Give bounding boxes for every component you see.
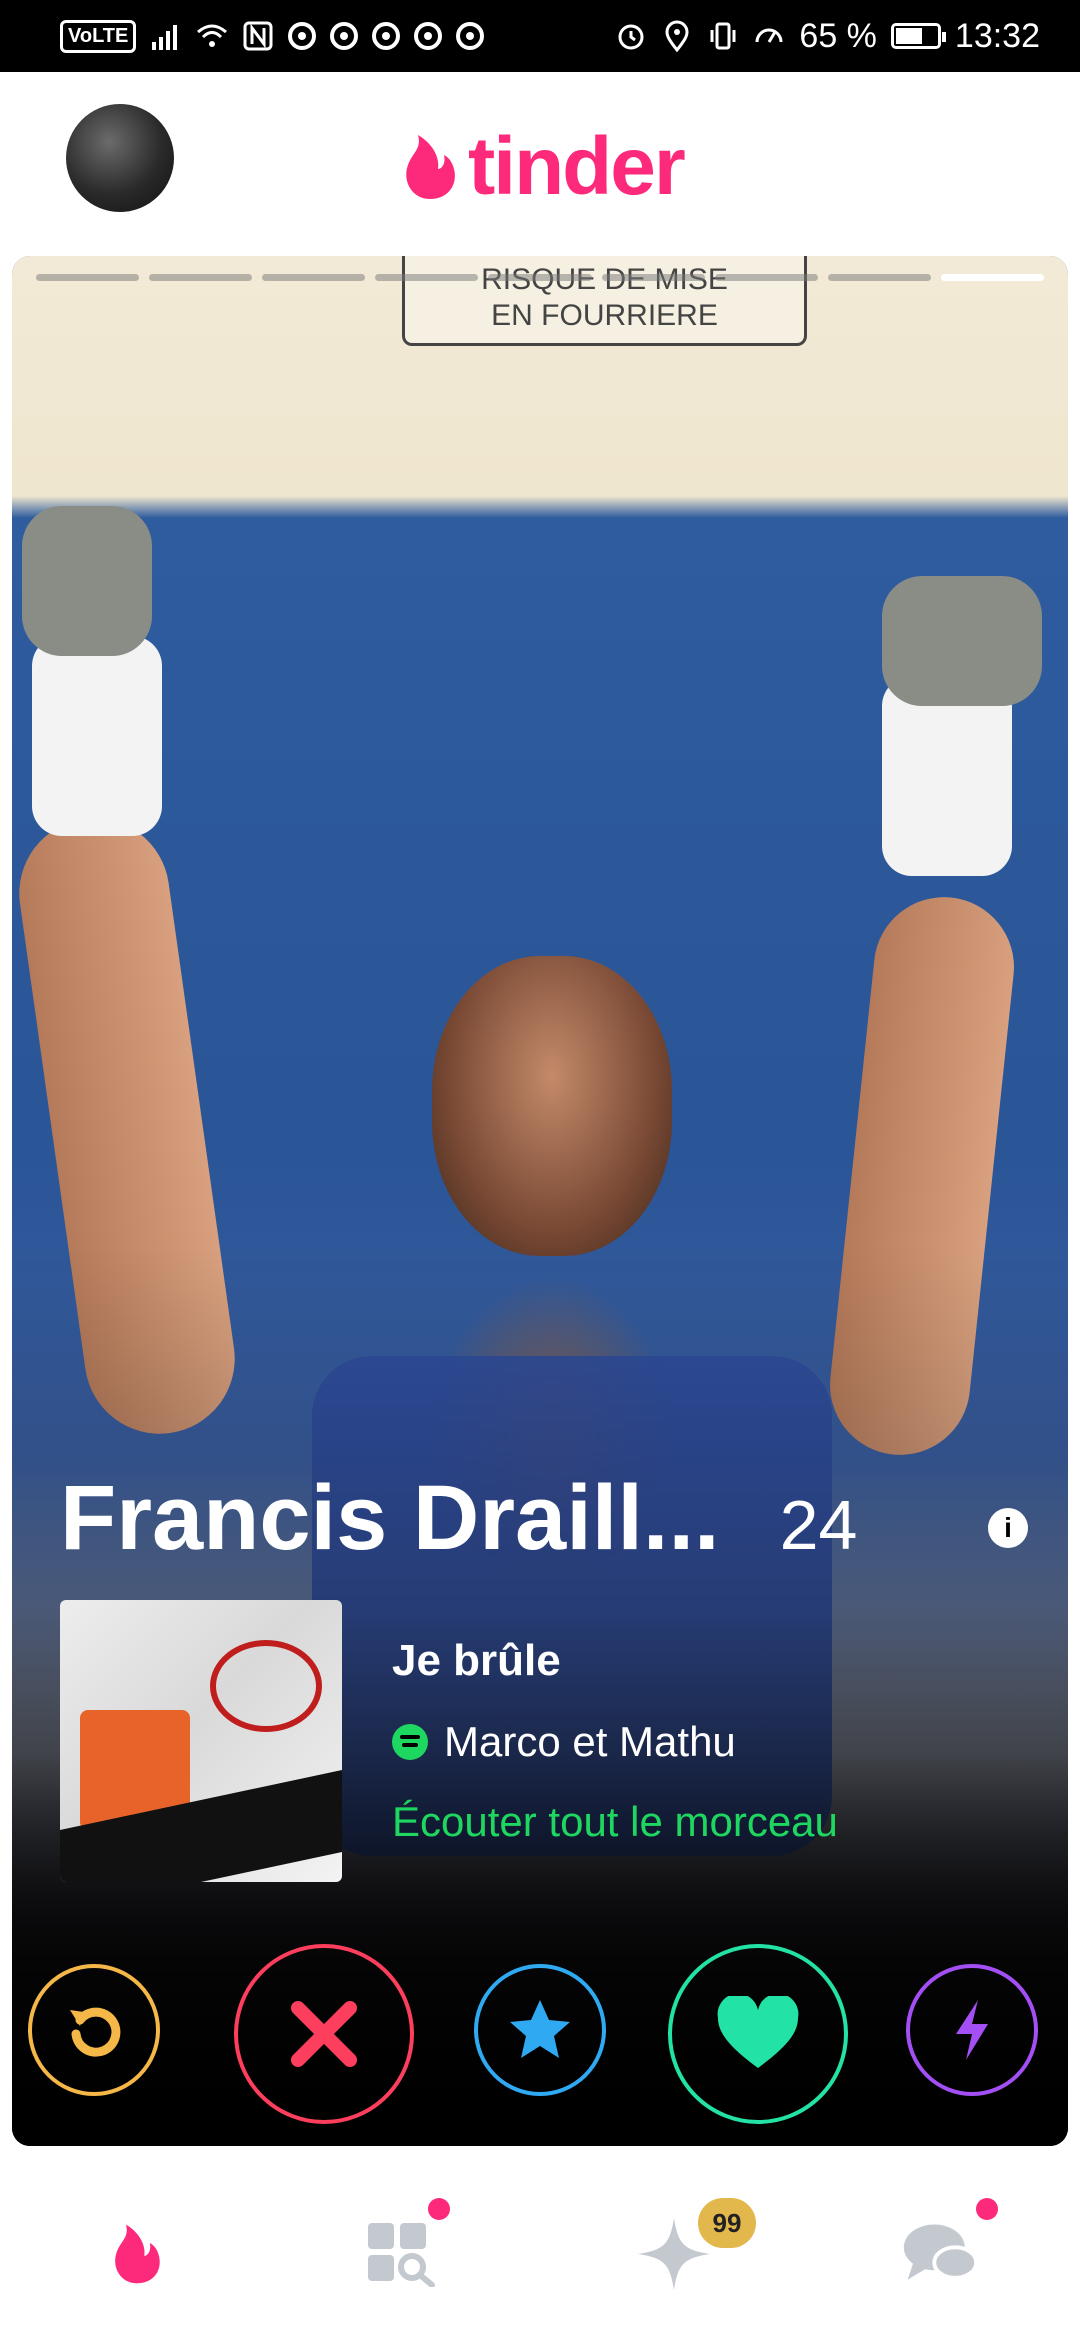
photo-progress-segment[interactable]	[488, 274, 592, 281]
volte-indicator: VoLTE	[60, 19, 137, 53]
profile-age: 24	[779, 1486, 858, 1564]
info-icon[interactable]: i	[988, 1508, 1028, 1548]
photo-progress-segment[interactable]	[601, 274, 705, 281]
status-left: VoLTE	[60, 19, 485, 53]
wall-sign: RISQUE DE MISE EN FOURRIERE	[402, 256, 807, 346]
listen-full-track-link[interactable]: Écouter tout le morceau	[392, 1798, 838, 1846]
super-like-button[interactable]	[474, 1964, 606, 2096]
tinder-logo: tinder	[398, 120, 686, 214]
alarm-icon	[618, 24, 644, 50]
name-row: Francis Draill... 24	[60, 1466, 1020, 1571]
heart-icon	[717, 1996, 799, 2068]
photo-progress-segment[interactable]	[714, 274, 818, 281]
track-info: Je brûle Marco et Mathu Écouter tout le …	[392, 1636, 838, 1846]
chrome-notification-icon	[288, 22, 317, 50]
track-title: Je brûle	[392, 1636, 561, 1685]
battery-percent: 65 %	[799, 16, 877, 55]
profile-name: Francis Draill...	[60, 1467, 720, 1569]
album-art-shape	[210, 1640, 322, 1732]
photo-sock-left	[32, 636, 162, 836]
rewind-icon	[70, 2007, 121, 2057]
photo-progress-segment[interactable]	[940, 274, 1044, 281]
photo-progress-segment[interactable]	[149, 274, 253, 281]
tab-messages[interactable]	[900, 2214, 980, 2294]
chrome-notification-icon	[456, 22, 485, 50]
photo-shoe-left	[22, 506, 152, 656]
photo-progress-bar	[36, 274, 1044, 281]
likes-count-badge: 99	[698, 2198, 756, 2248]
wifi-icon	[197, 24, 228, 47]
sign-line: EN FOURRIERE	[491, 299, 718, 332]
photo-progress-segment[interactable]	[827, 274, 931, 281]
app-header: tinder	[0, 72, 1080, 252]
photo-progress-segment[interactable]	[36, 274, 140, 281]
clock: 13:32	[954, 16, 1040, 55]
data-saver-icon	[755, 28, 783, 43]
chrome-notification-icon	[330, 22, 359, 50]
lightning-icon	[956, 2000, 988, 2060]
photo-head	[432, 956, 672, 1256]
signal-icon	[152, 25, 178, 50]
explore-notification-dot	[428, 2198, 450, 2220]
location-icon	[665, 20, 689, 52]
album-cover	[60, 1600, 342, 1882]
chrome-notification-icon	[414, 22, 443, 50]
like-button[interactable]	[668, 1944, 848, 2124]
messages-notification-dot	[976, 2198, 998, 2220]
track-artist-row: Marco et Mathu	[392, 1718, 838, 1766]
nope-button[interactable]	[234, 1944, 414, 2124]
photo-shoe-right	[882, 576, 1042, 706]
boost-button[interactable]	[906, 1964, 1038, 2096]
battery-icon	[890, 23, 946, 49]
photo-progress-segment[interactable]	[262, 274, 366, 281]
bottom-navigation: 99	[0, 2172, 1080, 2340]
track-artist: Marco et Mathu	[444, 1718, 736, 1765]
flame-icon	[115, 2224, 160, 2284]
nfc-icon	[243, 21, 273, 51]
status-right: 65 % 13:32	[615, 17, 1040, 56]
action-buttons	[12, 1944, 1068, 2124]
explore-grid-icon	[368, 2223, 435, 2287]
spotify-icon	[392, 1724, 428, 1760]
tab-home[interactable]	[96, 2214, 176, 2294]
tab-explore[interactable]	[362, 2214, 442, 2294]
battery-fill	[895, 28, 922, 44]
spotify-anthem: Je brûle Marco et Mathu Écouter tout le …	[60, 1600, 838, 1882]
star-icon	[510, 2000, 570, 2058]
rewind-button[interactable]	[28, 1964, 160, 2096]
profile-avatar[interactable]	[66, 104, 174, 212]
vibrate-icon	[710, 22, 736, 50]
logo-text: tinder	[468, 121, 686, 212]
chat-bubbles-icon	[903, 2224, 979, 2280]
photo-progress-segment[interactable]	[375, 274, 479, 281]
photo-sock-right	[882, 676, 1012, 876]
profile-card[interactable]: RISQUE DE MISE EN FOURRIERE Francis Drai…	[12, 256, 1068, 2146]
chrome-notification-icon	[372, 22, 401, 50]
status-bar: VoLTE 65 % 13:32	[0, 0, 1080, 72]
close-icon	[291, 2001, 357, 2067]
flame-icon	[406, 135, 455, 199]
